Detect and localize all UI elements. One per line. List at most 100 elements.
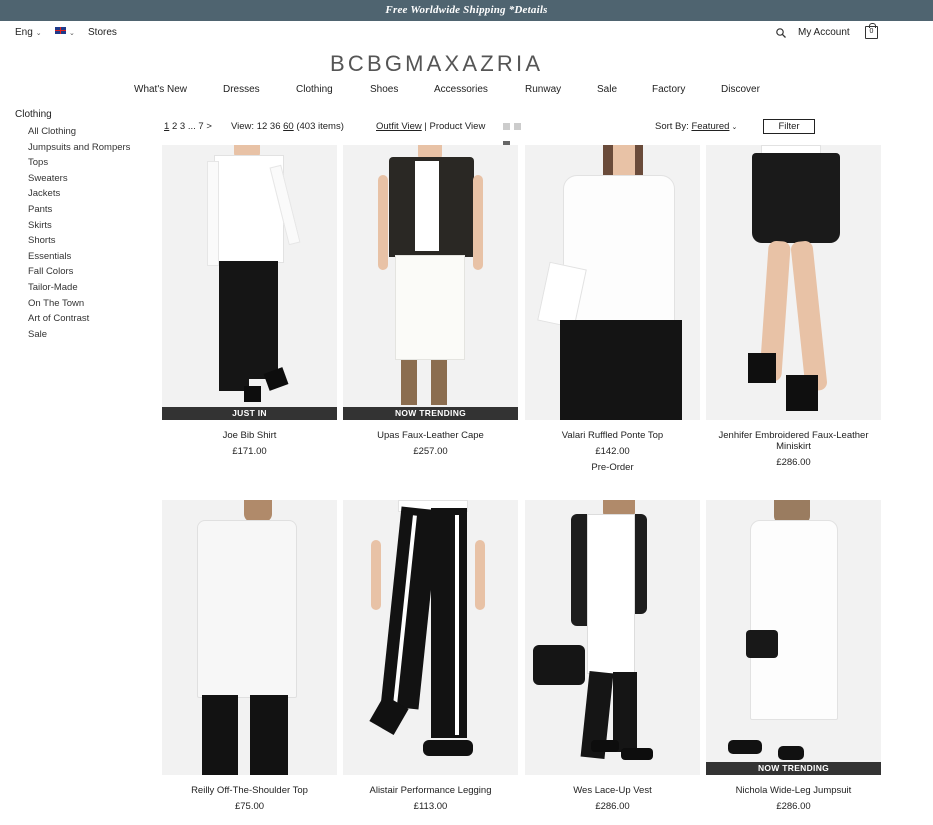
sidebar-item-pants[interactable]: Pants xyxy=(28,202,130,218)
nav-runway[interactable]: Runway xyxy=(525,84,561,95)
nav-whats-new[interactable]: What's New xyxy=(134,84,187,95)
product-card[interactable]: NOW TRENDING Upas Faux-Leather Cape £257… xyxy=(343,145,518,475)
product-price: £286.00 xyxy=(776,457,811,468)
sort-selector[interactable]: Sort By: Featured ⌄ xyxy=(655,121,737,134)
product-image[interactable] xyxy=(162,500,337,775)
shopping-bag-icon[interactable]: 0 xyxy=(865,23,878,39)
my-account-link[interactable]: My Account xyxy=(798,27,850,39)
item-count: (403 items) xyxy=(296,121,344,132)
product-price: £113.00 xyxy=(413,801,448,812)
sidebar-item-on-the-town[interactable]: On The Town xyxy=(28,296,130,312)
product-price: £171.00 xyxy=(232,446,267,457)
chevron-down-icon: ⌄ xyxy=(731,124,738,131)
sidebar-item-skirts[interactable]: Skirts xyxy=(28,218,130,234)
product-view-button[interactable]: Product View xyxy=(430,121,486,132)
uk-flag-icon xyxy=(55,27,66,34)
sidebar-item-essentials[interactable]: Essentials xyxy=(28,249,130,265)
view-60-option[interactable]: 60 xyxy=(283,121,294,132)
pagination: 1 2 3 ... 7 > xyxy=(164,121,212,133)
stores-link[interactable]: Stores xyxy=(88,27,117,39)
sidebar-item-jackets[interactable]: Jackets xyxy=(28,186,130,202)
nav-factory[interactable]: Factory xyxy=(652,84,685,95)
outfit-view-button[interactable]: Outfit View xyxy=(376,121,422,132)
page-ellipsis: ... xyxy=(187,121,196,132)
product-name[interactable]: Nichola Wide-Leg Jumpsuit xyxy=(706,785,881,796)
sidebar-item-sweaters[interactable]: Sweaters xyxy=(28,171,130,187)
product-name[interactable]: Wes Lace-Up Vest xyxy=(525,785,700,796)
product-price: £286.00 xyxy=(776,801,811,812)
product-name[interactable]: Valari Ruffled Ponte Top xyxy=(525,430,700,441)
product-price: £257.00 xyxy=(413,446,448,457)
product-image[interactable] xyxy=(525,145,700,420)
product-image[interactable]: NOW TRENDING xyxy=(706,500,881,775)
view-12-option[interactable]: 12 xyxy=(257,121,268,132)
product-card[interactable]: Wes Lace-Up Vest £286.00 xyxy=(525,500,700,820)
country-selector[interactable]: ⌄ xyxy=(55,27,75,40)
page-3-link[interactable]: 3 xyxy=(180,121,185,132)
product-card[interactable]: Valari Ruffled Ponte Top £142.00 Pre-Ord… xyxy=(525,145,700,475)
chevron-down-icon: ⌄ xyxy=(69,30,75,37)
view-count-selector: View: 12 36 60 (403 items) xyxy=(231,121,344,133)
product-card[interactable]: Alistair Performance Legging £113.00 xyxy=(343,500,518,820)
preorder-label: Pre-Order xyxy=(591,462,634,473)
product-badge: JUST IN xyxy=(162,407,337,420)
sidebar-item-tailor-made[interactable]: Tailor-Made xyxy=(28,280,130,296)
sort-label: Sort By: xyxy=(655,121,689,132)
filter-button[interactable]: Filter xyxy=(763,119,815,134)
product-name[interactable]: Upas Faux-Leather Cape xyxy=(343,430,518,441)
product-image[interactable] xyxy=(525,500,700,775)
product-card[interactable]: Reilly Off-The-Shoulder Top £75.00 xyxy=(162,500,337,820)
chevron-down-icon: ⌄ xyxy=(35,30,42,37)
next-page-icon[interactable]: > xyxy=(206,121,212,132)
brand-logo[interactable]: BCBGMAXAZRIA xyxy=(330,50,566,78)
nav-discover[interactable]: Discover xyxy=(721,84,760,95)
promo-text[interactable]: Free Worldwide Shipping *Details xyxy=(385,4,547,16)
grid-density-toggle xyxy=(503,123,535,148)
nav-dresses[interactable]: Dresses xyxy=(223,84,260,95)
view-mode-toggle: Outfit View | Product View xyxy=(376,121,485,133)
product-name[interactable]: Jenhifer Embroidered Faux-Leather Minisk… xyxy=(706,430,881,452)
sidebar-item-shorts[interactable]: Shorts xyxy=(28,233,130,249)
product-name[interactable]: Alistair Performance Legging xyxy=(343,785,518,796)
product-price: £286.00 xyxy=(595,801,630,812)
bag-count: 0 xyxy=(869,28,874,35)
product-card[interactable]: JUST IN Joe Bib Shirt £171.00 xyxy=(162,145,337,475)
sidebar-item-jumpsuits[interactable]: Jumpsuits and Rompers xyxy=(28,140,130,156)
nav-shoes[interactable]: Shoes xyxy=(370,84,398,95)
page-2-link[interactable]: 2 xyxy=(172,121,177,132)
sidebar-title[interactable]: Clothing xyxy=(15,109,52,120)
sidebar-item-sale[interactable]: Sale xyxy=(28,327,130,343)
sidebar-item-tops[interactable]: Tops xyxy=(28,155,130,171)
product-badge: NOW TRENDING xyxy=(706,762,881,775)
product-image[interactable] xyxy=(343,500,518,775)
product-card[interactable]: Jenhifer Embroidered Faux-Leather Minisk… xyxy=(706,145,881,475)
nav-accessories[interactable]: Accessories xyxy=(434,84,488,95)
grid-medium-icon[interactable] xyxy=(514,123,521,130)
nav-sale[interactable]: Sale xyxy=(597,84,617,95)
product-badge: NOW TRENDING xyxy=(343,407,518,420)
product-image[interactable]: JUST IN xyxy=(162,145,337,420)
sidebar-item-art-of-contrast[interactable]: Art of Contrast xyxy=(28,311,130,327)
product-price: £75.00 xyxy=(234,801,265,812)
page-7-link[interactable]: 7 xyxy=(198,121,203,132)
sidebar-item-fall-colors[interactable]: Fall Colors xyxy=(28,264,130,280)
page-1-link[interactable]: 1 xyxy=(164,121,169,132)
language-label: Eng xyxy=(15,27,33,38)
product-image[interactable]: NOW TRENDING xyxy=(343,145,518,420)
sidebar-category-list: All Clothing Jumpsuits and Rompers Tops … xyxy=(28,124,130,342)
product-name[interactable]: Joe Bib Shirt xyxy=(162,430,337,441)
main-navigation: What's New Dresses Clothing Shoes Access… xyxy=(0,84,933,98)
promo-banner[interactable]: Free Worldwide Shipping *Details xyxy=(0,0,933,21)
view-label: View: xyxy=(231,121,255,132)
sort-value[interactable]: Featured xyxy=(691,121,729,132)
product-card[interactable]: NOW TRENDING Nichola Wide-Leg Jumpsuit £… xyxy=(706,500,881,820)
search-icon[interactable] xyxy=(776,28,786,38)
language-selector[interactable]: Eng ⌄ xyxy=(15,27,42,40)
grid-small-icon[interactable] xyxy=(503,123,510,130)
product-name[interactable]: Reilly Off-The-Shoulder Top xyxy=(162,785,337,796)
nav-clothing[interactable]: Clothing xyxy=(296,84,333,95)
view-36-option[interactable]: 36 xyxy=(270,121,281,132)
sidebar-item-all-clothing[interactable]: All Clothing xyxy=(28,124,130,140)
product-image[interactable] xyxy=(706,145,881,420)
view-separator: | xyxy=(424,121,427,132)
